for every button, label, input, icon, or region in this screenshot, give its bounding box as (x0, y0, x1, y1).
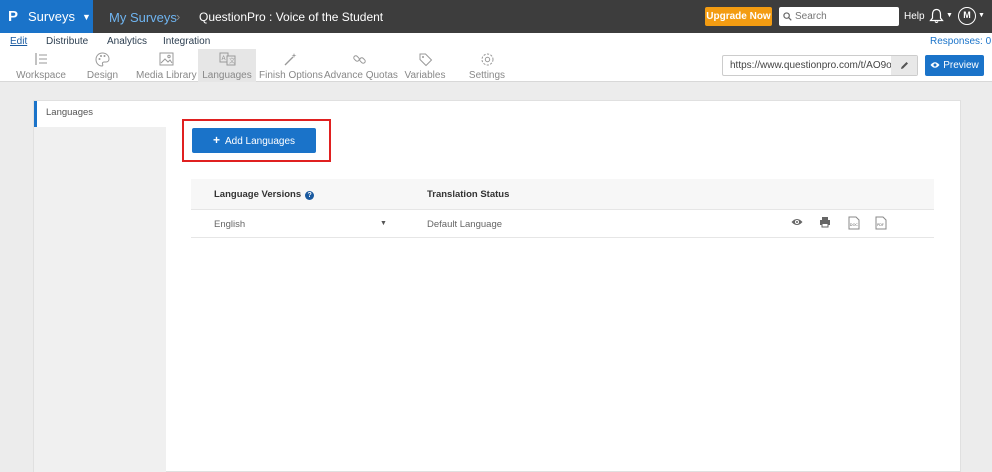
main-panel: Languages + Add Languages Language Versio… (33, 100, 961, 472)
tool-finish-options[interactable]: Finish Options (259, 49, 323, 82)
avatar[interactable]: M (958, 7, 976, 25)
tool-workspace[interactable]: Workspace (14, 49, 68, 82)
caret-down-icon: ▼ (978, 12, 985, 19)
highlight-box: + Add Languages (182, 119, 331, 162)
nav-integration[interactable]: Integration (163, 36, 210, 47)
tool-media-library[interactable]: Media Library (136, 49, 197, 82)
sub-navigation: Edit Distribute Analytics Integration Re… (0, 33, 992, 49)
column-header-translation-status: Translation Status (427, 189, 510, 200)
tool-variables[interactable]: Variables (400, 49, 450, 82)
print-icon[interactable] (819, 216, 831, 228)
add-languages-label: Add Languages (224, 136, 296, 147)
svg-text:PDF: PDF (877, 223, 884, 227)
languages-table: Language Versions? Translation Status En… (191, 179, 934, 238)
help-icon[interactable]: ? (305, 191, 315, 200)
plus-icon: + (212, 133, 220, 147)
tool-label: Finish Options (259, 70, 323, 81)
top-bar: P Surveys ▼ My Surveys › QuestionPro : V… (0, 0, 992, 33)
nav-edit[interactable]: Edit (10, 36, 27, 47)
translation-status: Default Language (427, 219, 503, 230)
workspace-icon (35, 53, 47, 65)
tag-icon (419, 53, 432, 67)
table-row: English ▼ Default Language DOC PDF (191, 210, 934, 238)
search-input[interactable] (795, 11, 895, 22)
table-header: Language Versions? Translation Status (191, 179, 934, 210)
tool-label: Settings (468, 70, 506, 81)
tool-label: Media Library (136, 70, 197, 81)
eye-icon (930, 62, 940, 68)
caret-down-icon: ▼ (946, 12, 953, 19)
edit-url-button[interactable] (891, 56, 917, 75)
caret-down-icon[interactable]: ▼ (380, 220, 387, 227)
breadcrumb-my-surveys[interactable]: My Surveys (109, 10, 177, 25)
link-icon (352, 55, 366, 64)
palette-icon (95, 52, 110, 67)
tool-label: Advance Quotas (324, 70, 398, 81)
upgrade-now-button[interactable]: Upgrade Now (705, 7, 772, 26)
translate-icon: A文 (219, 52, 235, 66)
languages-sidebar: Languages (34, 101, 166, 472)
responses-count[interactable]: Responses: 0 (930, 36, 991, 47)
surveys-menu[interactable]: P Surveys ▼ (0, 0, 93, 33)
tool-advance-quotas[interactable]: Advance Quotas (324, 49, 398, 82)
tool-label: Design (86, 70, 119, 81)
search-icon (783, 12, 792, 21)
add-languages-button[interactable]: + Add Languages (192, 128, 316, 153)
doc-export-icon[interactable]: DOC (847, 216, 861, 230)
app-name: Surveys (28, 9, 75, 24)
column-header-language-versions: Language Versions? (214, 189, 315, 200)
magic-wand-icon (284, 53, 296, 66)
survey-url-field[interactable]: https://www.questionpro.com/t/AO9oXZ (722, 55, 918, 76)
questionpro-logo: P (7, 8, 18, 25)
eye-icon[interactable] (791, 216, 803, 228)
svg-text:文: 文 (229, 57, 235, 65)
pencil-icon (900, 62, 908, 69)
pdf-export-icon[interactable]: PDF (874, 216, 888, 230)
preview-label: Preview (943, 60, 979, 71)
help-link[interactable]: Help (904, 11, 925, 22)
tool-label: Languages (202, 70, 252, 81)
bell-icon[interactable] (929, 8, 944, 24)
tool-design[interactable]: Design (80, 49, 125, 82)
nav-analytics[interactable]: Analytics (107, 36, 147, 47)
tool-languages[interactable]: A文 Languages (198, 49, 256, 82)
tool-settings[interactable]: Settings (463, 49, 511, 82)
image-icon (159, 52, 173, 66)
svg-text:A: A (221, 55, 226, 62)
nav-distribute[interactable]: Distribute (46, 36, 88, 47)
breadcrumb-separator: › (176, 9, 181, 24)
caret-down-icon: ▼ (81, 11, 91, 22)
gear-icon (481, 53, 493, 66)
survey-url-text: https://www.questionpro.com/t/AO9oXZ (730, 60, 905, 71)
svg-text:DOC: DOC (850, 223, 859, 227)
language-select[interactable]: English (214, 219, 245, 230)
toolbar: Workspace Design Media Library A文 Langua… (0, 49, 992, 82)
survey-title: QuestionPro : Voice of the Student (199, 10, 384, 24)
search-box[interactable] (779, 7, 899, 26)
tool-label: Workspace (16, 70, 66, 81)
tool-label: Variables (404, 70, 446, 81)
sidebar-item-languages[interactable]: Languages (34, 101, 166, 127)
preview-button[interactable]: Preview (925, 55, 984, 76)
